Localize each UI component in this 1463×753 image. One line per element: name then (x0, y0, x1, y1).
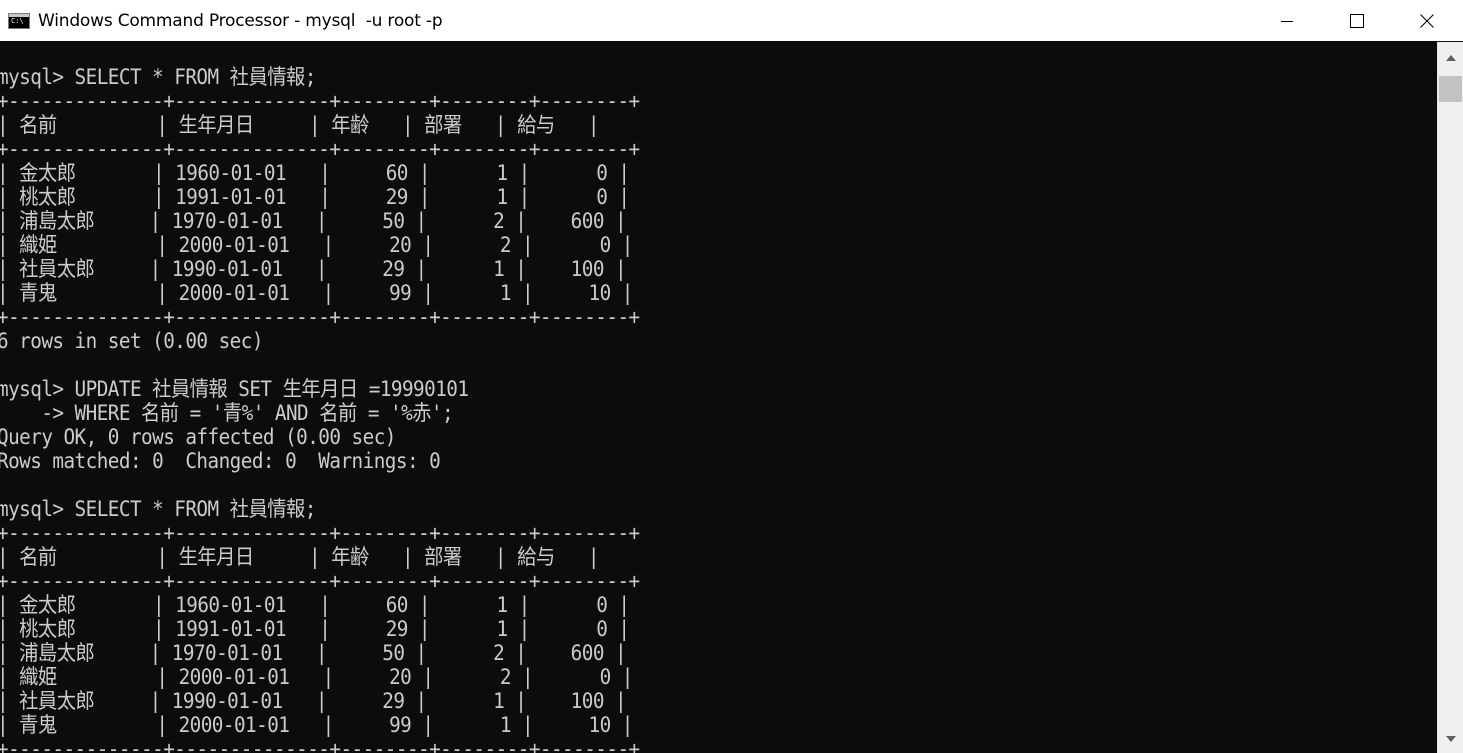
console-line: -> WHERE 名前 = '青%' AND 名前 = '%赤'; (0, 401, 454, 425)
scrollbar-thumb[interactable] (1439, 76, 1462, 102)
console-line: | 名前 | 生年月日 | 年齢 | 部署 | 給与 | (0, 113, 599, 137)
console-output[interactable]: mysql> SELECT * FROM 社員情報; +-------------… (0, 42, 1437, 753)
scroll-up-arrow-icon (1445, 55, 1456, 61)
console-line: | 社員太郎 | 1990-01-01 | 29 | 1 | 100 | (0, 257, 627, 281)
vertical-scrollbar[interactable] (1437, 42, 1463, 753)
console-line: Rows matched: 0 Changed: 0 Warnings: 0 (0, 449, 441, 473)
scroll-down-button[interactable] (1438, 727, 1463, 751)
console-line: | 社員太郎 | 1990-01-01 | 29 | 1 | 100 | (0, 689, 627, 713)
window-title: Windows Command Processor - mysql -u roo… (38, 10, 443, 31)
maximize-button[interactable] (1322, 0, 1392, 41)
console-line: +--------------+--------------+--------+… (0, 569, 640, 593)
command-prompt-window: Windows Command Processor - mysql -u roo… (0, 0, 1463, 753)
close-icon (1420, 13, 1434, 28)
scroll-up-button[interactable] (1438, 46, 1463, 70)
console-line: | 桃太郎 | 1991-01-01 | 29 | 1 | 0 | (0, 185, 630, 209)
console-line: | 金太郎 | 1960-01-01 | 60 | 1 | 0 | (0, 593, 630, 617)
minimize-button[interactable] (1252, 0, 1322, 41)
console-line: +--------------+--------------+--------+… (0, 737, 640, 753)
console-line: mysql> SELECT * FROM 社員情報; (0, 497, 316, 521)
console-line: +--------------+--------------+--------+… (0, 305, 640, 329)
console-line: | 青鬼 | 2000-01-01 | 99 | 1 | 10 | (0, 281, 633, 305)
console-line: | 金太郎 | 1960-01-01 | 60 | 1 | 0 | (0, 161, 630, 185)
console-line: +--------------+--------------+--------+… (0, 521, 640, 545)
console-line: | 名前 | 生年月日 | 年齢 | 部署 | 給与 | (0, 545, 599, 569)
maximize-icon (1350, 13, 1364, 28)
console-line: | 青鬼 | 2000-01-01 | 99 | 1 | 10 | (0, 713, 633, 737)
console-line: | 織姫 | 2000-01-01 | 20 | 2 | 0 | (0, 665, 633, 689)
cmd-icon[interactable] (8, 12, 30, 29)
console-line: 6 rows in set (0.00 sec) (0, 329, 263, 353)
title-bar[interactable]: Windows Command Processor - mysql -u roo… (0, 0, 1463, 41)
console-line: +--------------+--------------+--------+… (0, 137, 640, 161)
scroll-down-arrow-icon (1445, 736, 1456, 742)
close-button[interactable] (1392, 0, 1462, 41)
console-line: +--------------+--------------+--------+… (0, 89, 640, 113)
minimize-icon (1281, 20, 1293, 22)
console-line: | 桃太郎 | 1991-01-01 | 29 | 1 | 0 | (0, 617, 630, 641)
console-line: Query OK, 0 rows affected (0.00 sec) (0, 425, 396, 449)
console-line: mysql> SELECT * FROM 社員情報; (0, 65, 316, 89)
console-line: | 浦島太郎 | 1970-01-01 | 50 | 2 | 600 | (0, 209, 627, 233)
console-line: mysql> UPDATE 社員情報 SET 生年月日 =19990101 (0, 377, 469, 401)
console-line: | 織姫 | 2000-01-01 | 20 | 2 | 0 | (0, 233, 633, 257)
console-line: | 浦島太郎 | 1970-01-01 | 50 | 2 | 600 | (0, 641, 627, 665)
